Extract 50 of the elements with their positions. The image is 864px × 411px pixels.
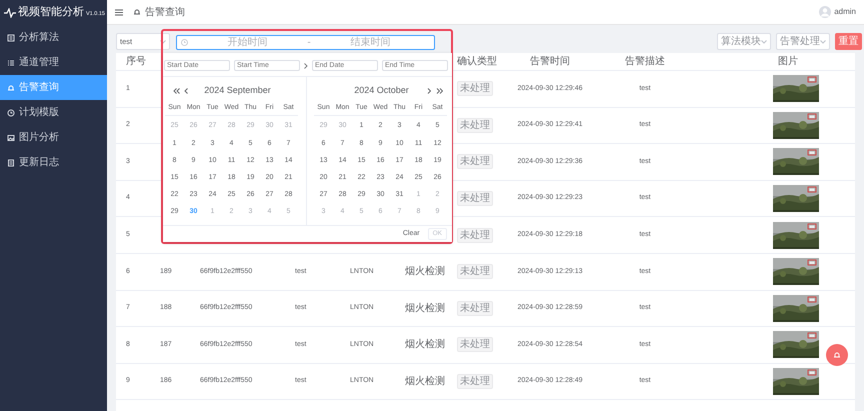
start-placeholder: 开始时间 xyxy=(226,36,269,50)
status-tag: 未处理 xyxy=(457,337,493,352)
breadcrumb-item[interactable]: 告警查询 xyxy=(145,4,185,20)
pulse-icon xyxy=(4,8,16,18)
sidebar-item[interactable]: 通道管理 xyxy=(0,50,107,75)
chevron-right-icon xyxy=(304,62,308,68)
algorithm-select[interactable]: 算法模块 xyxy=(717,33,771,50)
bell-icon xyxy=(833,351,841,359)
image-icon xyxy=(7,134,15,142)
column-header: 图片 xyxy=(778,56,798,67)
status-tag: 未处理 xyxy=(457,300,493,316)
clock-icon xyxy=(7,108,15,116)
status-tag: 未处理 xyxy=(457,374,493,390)
range-separator: - xyxy=(307,36,311,50)
status-tag: 未处理 xyxy=(457,118,493,133)
bell-icon xyxy=(133,8,141,16)
column-header: 告警时间 xyxy=(530,56,570,67)
table-cell: 烟火检测 xyxy=(405,339,445,350)
status-tag: 未处理 xyxy=(457,228,493,243)
double-chevron-left-icon[interactable] xyxy=(173,88,180,94)
handling-select[interactable]: 告警处理 xyxy=(776,33,830,50)
list-icon xyxy=(7,34,15,42)
column-header: 告警描述 xyxy=(625,56,665,67)
status-tag: 未处理 xyxy=(457,264,493,280)
table-cell: 烟火检测 xyxy=(405,266,445,278)
status-tag: 未处理 xyxy=(457,191,493,206)
sidebar-item[interactable]: 分析算法 xyxy=(0,25,107,50)
status-tag: 未处理 xyxy=(457,154,493,170)
menu-icon xyxy=(115,8,123,16)
chevron-left-icon[interactable] xyxy=(184,88,189,94)
document-icon xyxy=(7,158,15,166)
column-header: 序号 xyxy=(126,56,146,67)
column-header: 确认类型 xyxy=(457,56,497,67)
table-cell: 烟火检测 xyxy=(405,376,445,388)
table-cell: 烟火检测 xyxy=(405,302,445,314)
sidebar-item[interactable]: 更新日志 xyxy=(0,150,107,175)
app-title: 视频智能分析 xyxy=(18,5,84,20)
double-chevron-right-icon[interactable] xyxy=(436,88,443,94)
user-name[interactable]: admin xyxy=(834,6,856,18)
sidebar-item[interactable]: 计划模版 xyxy=(0,100,107,125)
chevron-right-icon[interactable] xyxy=(427,88,432,94)
bell-icon xyxy=(7,84,15,92)
sidebar-item[interactable]: 图片分析 xyxy=(0,125,107,150)
avatar-icon xyxy=(819,6,832,18)
end-placeholder: 结束时间 xyxy=(349,36,392,50)
list-icon xyxy=(7,58,15,66)
status-tag: 未处理 xyxy=(457,81,493,96)
month-title: 2024 September xyxy=(203,84,272,98)
month-title: 2024 October xyxy=(353,84,410,98)
clock-icon xyxy=(181,39,188,46)
